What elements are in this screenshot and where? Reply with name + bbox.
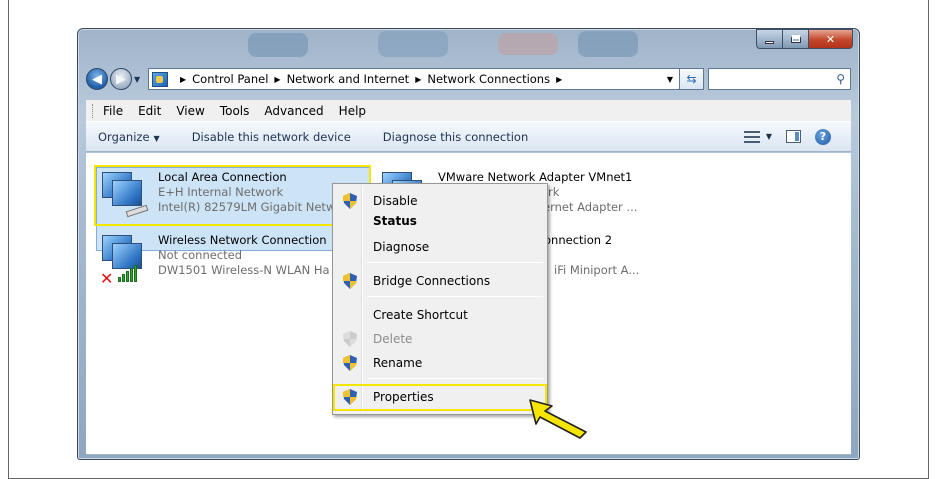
organize-button[interactable]: Organize ▼ (98, 130, 160, 144)
minimize-button[interactable] (756, 29, 783, 49)
window-controls: ✕ (756, 29, 853, 49)
menu-label: Bridge Connections (373, 274, 491, 288)
menu-label: Disable (373, 194, 418, 208)
menu-item-delete: Delete (335, 328, 545, 350)
refresh-button[interactable]: ⇆ (680, 68, 704, 90)
minimize-icon (765, 40, 774, 44)
menu-separator (367, 378, 543, 379)
forward-arrow-icon: ▶ (116, 71, 126, 87)
recent-pages-dropdown[interactable]: ▼ (134, 75, 144, 84)
breadcrumb-control-panel[interactable]: Control Panel (192, 72, 268, 86)
maximize-icon (790, 35, 801, 43)
connection-adapter: DW1501 Wireless-N WLAN Ha (158, 263, 330, 277)
uac-shield-icon (343, 273, 357, 289)
preview-pane-icon[interactable] (786, 130, 801, 143)
highlight-local-area-connection (94, 165, 371, 226)
context-menu: Disable Status Diagnose Bridge Connectio… (332, 183, 548, 415)
close-icon: ✕ (825, 32, 836, 46)
search-input[interactable]: ⚲ (708, 68, 851, 90)
back-button[interactable]: ◀ (86, 68, 108, 90)
help-icon[interactable]: ? (815, 128, 831, 145)
disable-device-button[interactable]: Disable this network device (192, 130, 351, 144)
menu-advanced[interactable]: Advanced (264, 104, 323, 118)
uac-shield-icon (343, 331, 357, 347)
organize-label: Organize (98, 129, 150, 144)
menu-view[interactable]: View (176, 104, 204, 118)
view-controls: ▼ ? (743, 128, 831, 145)
connection-name: Wireless Network Connection (158, 233, 327, 247)
breadcrumb-network-and-internet[interactable]: Network and Internet (287, 72, 410, 86)
menu-item-disable[interactable]: Disable (335, 190, 545, 212)
search-icon: ⚲ (836, 72, 845, 86)
pointer-arrow-icon (529, 399, 587, 439)
menu-help[interactable]: Help (339, 104, 366, 118)
menu-item-rename[interactable]: Rename (335, 352, 545, 374)
titlebar-decoration (578, 31, 638, 57)
highlight-properties (333, 384, 547, 411)
menu-label: Delete (373, 332, 413, 346)
chevron-down-icon: ▼ (765, 132, 772, 141)
menu-grip (92, 103, 95, 118)
menu-separator (367, 296, 543, 297)
menu-tools[interactable]: Tools (220, 104, 250, 118)
address-bar[interactable]: ▶ Control Panel ▶ Network and Internet ▶… (148, 68, 680, 90)
change-view-button[interactable]: ▼ (743, 130, 772, 143)
menu-label: Create Shortcut (373, 308, 468, 322)
navigation-row: ◀ ▶ ▼ ▶ Control Panel ▶ Network and Inte… (86, 67, 851, 91)
titlebar-decoration (378, 31, 448, 57)
menu-item-diagnose[interactable]: Diagnose (335, 236, 545, 258)
address-dropdown-icon[interactable]: ▼ (661, 75, 679, 84)
menu-edit[interactable]: Edit (138, 104, 161, 118)
chevron-down-icon: ▼ (153, 133, 160, 143)
menu-item-bridge-connections[interactable]: Bridge Connections (335, 270, 545, 292)
menu-separator (367, 262, 543, 263)
uac-shield-icon (343, 355, 357, 371)
chevron-right-icon[interactable]: ▶ (180, 75, 186, 84)
titlebar-decoration (248, 33, 308, 57)
command-bar: Organize ▼ Disable this network device Di… (86, 121, 851, 152)
menu-bar: File Edit View Tools Advanced Help (86, 99, 851, 121)
connection-item-wireless[interactable]: ✕ Wireless Network Connection Not connec… (98, 233, 330, 288)
diagnose-connection-button[interactable]: Diagnose this connection (383, 130, 528, 144)
chevron-right-icon[interactable]: ▶ (274, 75, 280, 84)
breadcrumb-network-connections[interactable]: Network Connections (427, 72, 550, 86)
menu-item-create-shortcut[interactable]: Create Shortcut (335, 304, 545, 326)
back-arrow-icon: ◀ (92, 71, 102, 87)
menu-label: Diagnose (373, 240, 430, 254)
control-panel-icon (152, 71, 168, 87)
menu-label: Rename (373, 356, 423, 370)
wireless-adapter-icon: ✕ (98, 233, 152, 288)
menu-label: Status (373, 214, 417, 228)
close-button[interactable]: ✕ (809, 29, 853, 49)
chevron-right-icon[interactable]: ▶ (415, 75, 421, 84)
forward-button[interactable]: ▶ (110, 68, 132, 90)
connection-status: Not connected (158, 248, 243, 262)
menu-item-status[interactable]: Status (335, 212, 545, 230)
titlebar-decoration (498, 33, 558, 55)
maximize-button[interactable] (783, 29, 809, 49)
menu-file[interactable]: File (103, 104, 123, 118)
connection-details: Wireless Network Connection Not connecte… (158, 233, 330, 281)
views-icon (743, 130, 760, 143)
signal-bars-icon (118, 265, 137, 282)
uac-shield-icon (343, 193, 357, 209)
refresh-icon: ⇆ (686, 72, 697, 86)
chevron-right-icon[interactable]: ▶ (556, 75, 562, 84)
disconnected-x-icon: ✕ (100, 269, 114, 288)
